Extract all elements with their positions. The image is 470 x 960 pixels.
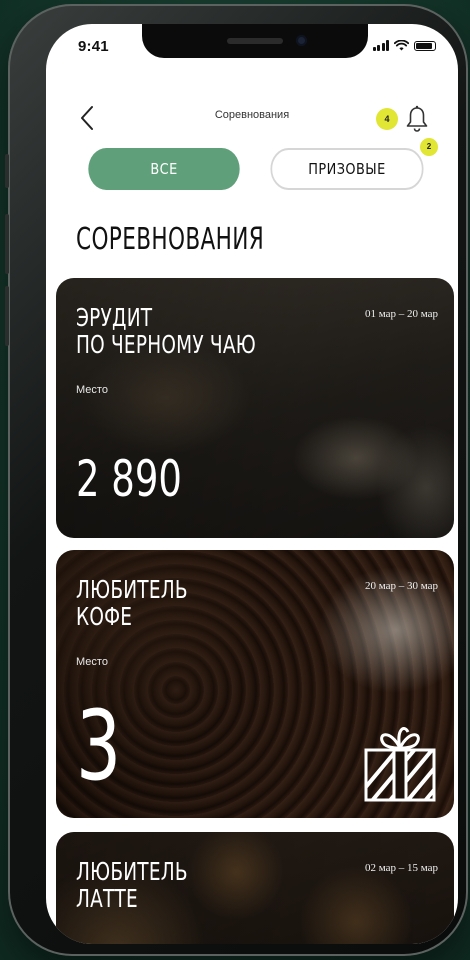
place-value: 3	[76, 690, 122, 802]
section-title: СОРЕВНОВАНИЯ	[76, 222, 265, 257]
status-time: 9:41	[78, 38, 109, 55]
prize-count-badge: 2	[420, 138, 438, 156]
bell-icon	[406, 105, 428, 132]
header: Соревнования 4	[46, 96, 458, 140]
gift-icon	[364, 727, 436, 802]
card-dates: 02 мар – 15 мар	[364, 862, 438, 874]
card-title-line: КОФЕ	[76, 602, 133, 631]
phone-frame: 9:41 Соревнования 4 ВСЕ ПРИЗОВЫЕ 2 СОРЕВ…	[5, 4, 468, 956]
tab-prize[interactable]: ПРИЗОВЫЕ	[270, 148, 424, 190]
wifi-icon	[394, 40, 409, 51]
card-dates: 01 мар – 20 мар	[364, 308, 438, 320]
tab-all[interactable]: ВСЕ	[88, 148, 240, 190]
card-title-line: ЛЮБИТЕЛЬ	[76, 857, 188, 886]
card-title-line: ЛАТТЕ	[76, 884, 138, 913]
competition-card[interactable]: ЭРУДИТ ПО ЧЕРНОМУ ЧАЮ 01 мар – 20 мар Ме…	[56, 278, 454, 538]
battery-icon	[414, 40, 436, 51]
card-title-line: ПО ЧЕРНОМУ ЧАЮ	[76, 330, 256, 359]
mute-switch	[5, 154, 9, 188]
notifications-button[interactable]	[404, 104, 430, 134]
status-bar: 9:41	[46, 24, 458, 68]
competition-card[interactable]: ЛЮБИТЕЛЬ КОФЕ 20 мар – 30 мар Место 3	[56, 550, 454, 818]
volume-down-button	[5, 286, 9, 346]
card-title: ЛЮБИТЕЛЬ ЛАТТЕ	[76, 858, 188, 912]
place-value: 2 890	[76, 450, 182, 508]
card-title: ЭРУДИТ ПО ЧЕРНОМУ ЧАЮ	[76, 304, 256, 358]
signal-icon	[372, 40, 389, 51]
card-title: ЛЮБИТЕЛЬ КОФЕ	[76, 576, 188, 630]
volume-up-button	[5, 214, 9, 274]
card-dates: 20 мар – 30 мар	[364, 580, 438, 592]
place-label: Место	[76, 656, 108, 668]
card-title-line: ЛЮБИТЕЛЬ	[76, 575, 188, 604]
filter-tabs: ВСЕ ПРИЗОВЫЕ 2	[76, 138, 438, 194]
card-title-line: ЭРУДИТ	[76, 303, 153, 332]
screen: 9:41 Соревнования 4 ВСЕ ПРИЗОВЫЕ 2 СОРЕВ…	[46, 24, 458, 944]
status-icons	[372, 40, 436, 51]
competition-card[interactable]: ЛЮБИТЕЛЬ ЛАТТЕ 02 мар – 15 мар	[56, 832, 454, 944]
place-label: Место	[76, 384, 108, 396]
notification-count-badge: 4	[376, 108, 398, 130]
